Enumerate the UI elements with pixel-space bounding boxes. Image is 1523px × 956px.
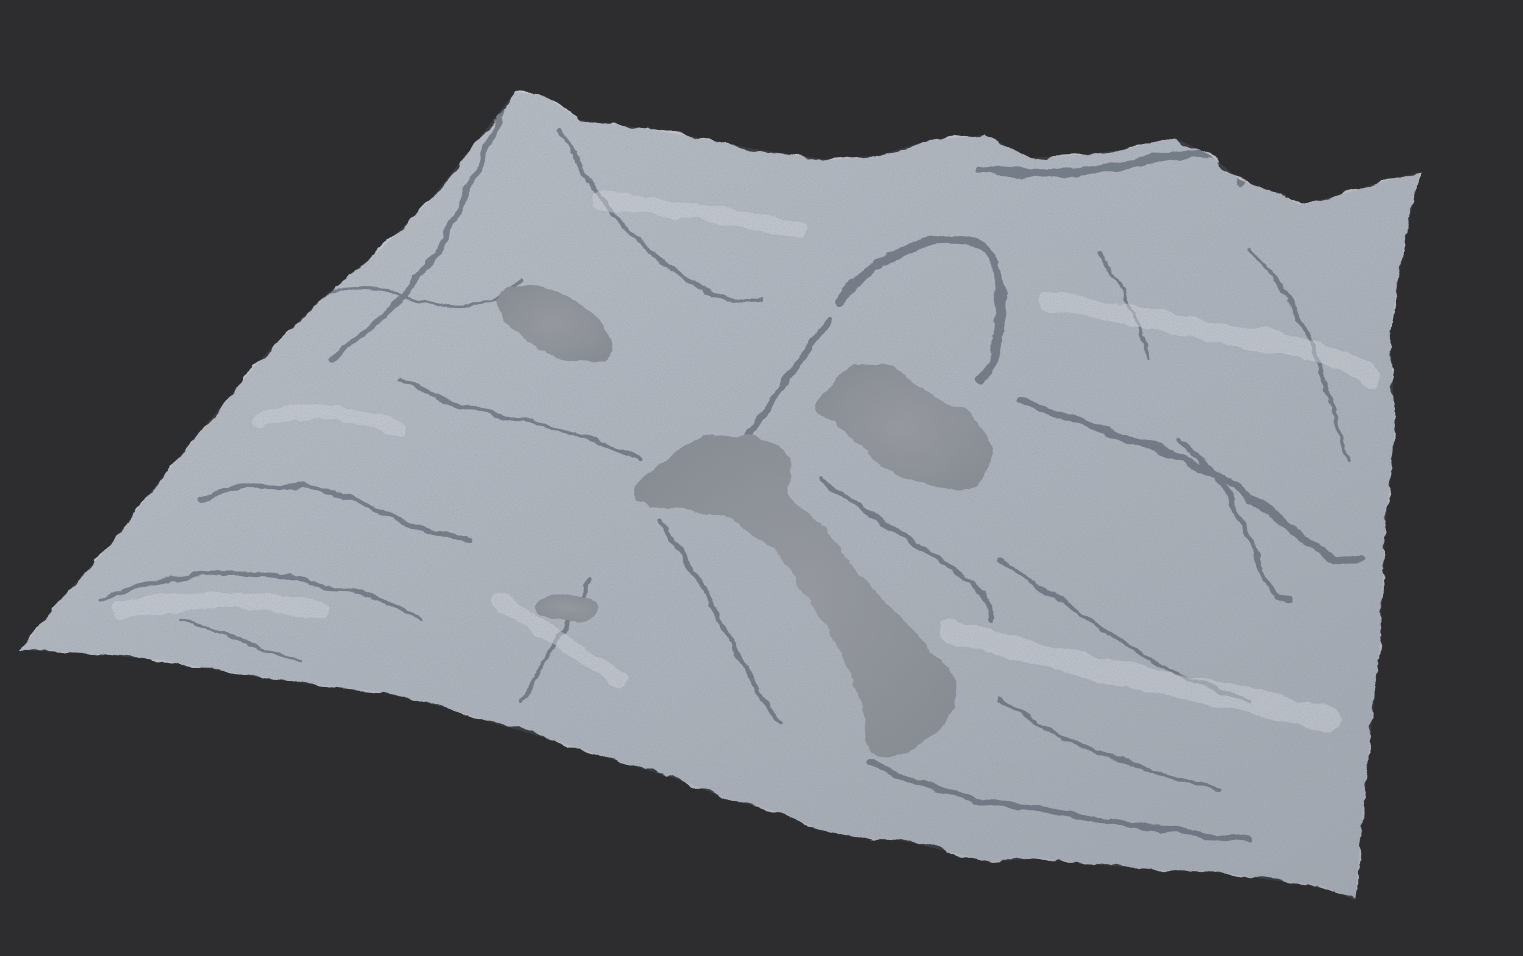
3d-viewport[interactable]: [0, 0, 1523, 956]
terrain-render: [20, 92, 1420, 900]
